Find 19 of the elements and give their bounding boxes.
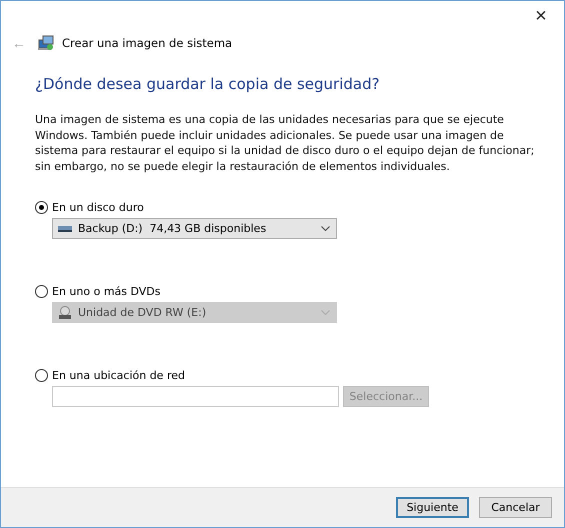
chevron-down-icon <box>321 310 330 315</box>
dialog-button[interactable]: Siguiente <box>396 497 469 518</box>
description-text: Una imagen de sistema es una copia de las unidades necesarias para que se ejecute Windows. También puede incluir unidades adicionales. Se puede usar una imagen de sistema para restaurar el equipo si la unidad de disco duro o el equipo dejan de funcionar; sin embargo, no se puede elegir la restauración de elementos individuales. <box>35 112 535 174</box>
radio-button[interactable] <box>35 201 48 214</box>
page-heading: ¿Dónde desea guardar la copia de seguridad? <box>35 75 381 93</box>
network-path-field[interactable] <box>52 386 339 407</box>
close-button[interactable]: × <box>518 1 564 31</box>
radio-label[interactable]: En una ubicación de red <box>52 369 185 382</box>
radio-label[interactable]: En un disco duro <box>52 201 144 214</box>
chevron-down-icon <box>321 226 330 231</box>
radio-button[interactable] <box>35 285 48 298</box>
computer-backup-icon <box>38 35 54 51</box>
window-title: Crear una imagen de sistema <box>62 36 232 50</box>
radio-button[interactable] <box>35 369 48 382</box>
dvd-drive-icon <box>58 306 72 320</box>
drive-dropdown[interactable]: Backup (D:) 74,43 GB disponibles <box>52 218 337 239</box>
hard-drive-icon <box>58 224 72 232</box>
radio-label[interactable]: En uno o más DVDs <box>52 285 161 298</box>
dialog-button[interactable]: Cancelar <box>479 497 552 518</box>
